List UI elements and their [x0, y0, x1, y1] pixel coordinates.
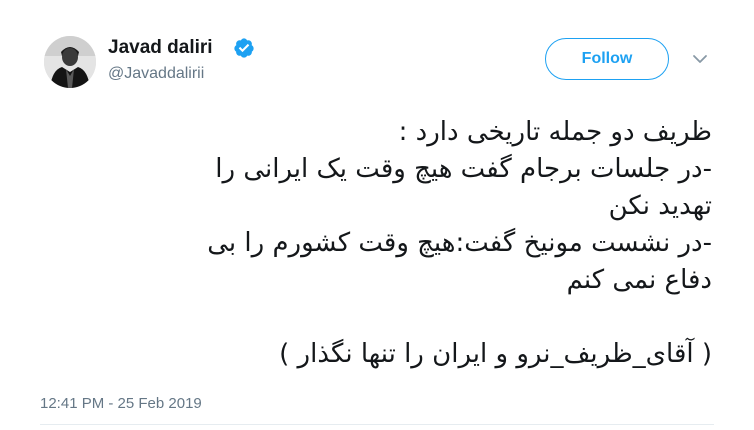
tweet-text-line — [40, 299, 712, 336]
tweet-timestamp[interactable]: 12:41 PM - 25 Feb 2019 — [40, 394, 202, 414]
follow-button[interactable]: Follow — [545, 38, 669, 80]
tweet-card: Javad daliri @Javaddalirii Follow ظریف د… — [0, 0, 754, 430]
tweet-text-line: -در نشست مونیخ گفت:هیچ وقت کشورم را بی — [207, 228, 712, 258]
tweet-text-line: دفاع نمی کنم — [566, 265, 712, 295]
avatar[interactable] — [44, 36, 96, 88]
user-handle[interactable]: @Javaddalirii — [108, 64, 204, 84]
tweet-text-line: تهدید نکن — [608, 191, 712, 221]
tweet-text-line: ( آقای_ظریف_نرو و ایران را تنها نگذار ) — [279, 339, 712, 369]
tweet-text-line: -در جلسات برجام گفت هیچ وقت یک ایرانی را — [215, 154, 712, 184]
verified-badge-icon — [234, 38, 254, 58]
tweet-text-line: ظریف دو جمله تاریخی دارد : — [398, 117, 712, 147]
display-name[interactable]: Javad daliri — [108, 36, 213, 60]
chevron-down-icon[interactable] — [692, 53, 708, 65]
tweet-text: ظریف دو جمله تاریخی دارد : -در جلسات برج… — [40, 114, 712, 373]
divider — [40, 424, 714, 425]
user-avatar-icon — [44, 36, 96, 88]
